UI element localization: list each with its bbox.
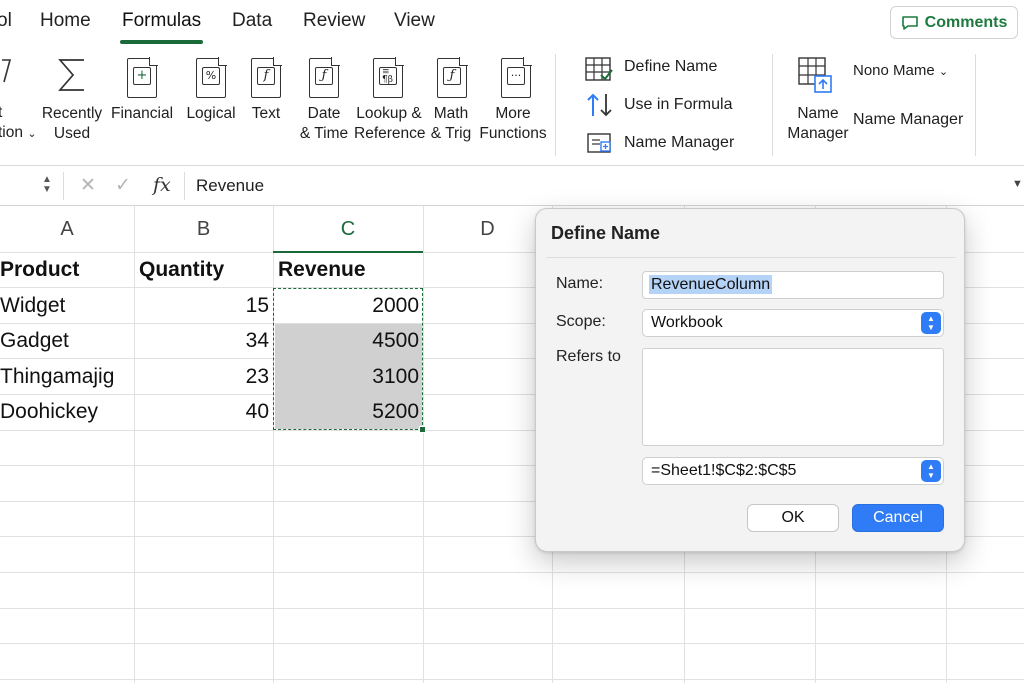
chevron-down-icon: ⌄ (27, 128, 37, 140)
formula-bar: ▲ ▼ ✕ ✓ fx Revenue ▼ (0, 166, 1024, 206)
tab-home[interactable]: Home (40, 10, 91, 32)
scope-value: Workbook (651, 314, 723, 331)
comment-icon (901, 15, 918, 30)
column-header-c[interactable]: C (273, 218, 423, 241)
tab-data[interactable]: Data (232, 10, 272, 32)
name-label: Name: (556, 275, 604, 292)
table-cell-product[interactable]: Gadget (0, 323, 134, 358)
logical-button[interactable]: Logical (184, 104, 238, 124)
table-cell-product[interactable]: Doohickey (0, 394, 134, 429)
ok-button[interactable]: OK (747, 504, 839, 532)
ribbon: t tion ⌄ Recently Used + Financial % Log… (0, 46, 1024, 166)
more-functions-button[interactable]: More Functions (478, 104, 548, 144)
ribbon-separator (975, 54, 976, 156)
table-cell-quantity[interactable]: 34 (134, 323, 269, 358)
name-manager-small-icon[interactable] (586, 131, 614, 162)
formula-bar-separator (63, 172, 64, 200)
comments-button[interactable]: Comments (890, 6, 1018, 39)
cancel-button[interactable]: Cancel (852, 504, 944, 532)
name-box-stepper-icon[interactable]: ▲ ▼ (40, 175, 54, 197)
insert-function-button[interactable]: t tion ⌄ (0, 103, 37, 144)
column-header-d[interactable]: D (423, 218, 552, 241)
dialog-divider (546, 257, 956, 258)
header-cell-product[interactable]: Product (0, 252, 134, 287)
header-cell-revenue[interactable]: Revenue (278, 252, 423, 287)
tab-review[interactable]: Review (303, 10, 365, 32)
fill-handle[interactable] (419, 426, 426, 433)
define-name-icon[interactable] (585, 57, 613, 88)
grid-line (134, 206, 135, 683)
nono-mame-dropdown[interactable]: Nono Mame ⌄ (853, 62, 948, 79)
comments-label: Comments (924, 13, 1008, 31)
scope-select[interactable]: Workbook ▲ ▼ (642, 309, 944, 337)
insert-function-icon[interactable] (0, 58, 20, 88)
ribbon-tabs: ol Home Formulas Data Review View Commen… (0, 0, 1024, 46)
tab-view[interactable]: View (394, 10, 435, 32)
table-cell-product[interactable]: Widget (0, 288, 134, 323)
column-header-a[interactable]: A (0, 218, 134, 241)
use-in-formula-icon[interactable] (586, 92, 614, 123)
grid-line (0, 679, 1024, 680)
text-button[interactable]: Text (246, 104, 286, 124)
name-manager-icon[interactable] (797, 56, 835, 103)
cancel-entry-icon[interactable]: ✕ (80, 174, 96, 197)
select-arrows-icon: ▲ ▼ (921, 312, 941, 334)
math-trig-icon[interactable]: ƒ (437, 57, 468, 98)
comment-textarea[interactable] (642, 348, 944, 446)
selection-border (273, 288, 423, 430)
scope-label: Scope: (556, 313, 606, 330)
column-header-b[interactable]: B (134, 218, 273, 241)
autosum-sigma-icon[interactable] (56, 56, 88, 99)
grid-line (0, 643, 1024, 644)
ribbon-separator (555, 54, 556, 156)
table-cell-quantity[interactable]: 23 (134, 359, 269, 394)
financial-button[interactable]: Financial (110, 104, 174, 124)
date-time-button[interactable]: Date & Time (298, 104, 350, 144)
chevron-down-icon: ⌄ (938, 66, 949, 78)
formula-bar-separator (184, 172, 185, 200)
tab-formulas-prev[interactable]: ol (0, 10, 12, 32)
table-cell-quantity[interactable]: 40 (134, 394, 269, 429)
logical-icon[interactable]: % (196, 57, 227, 98)
financial-icon[interactable]: + (127, 57, 158, 98)
name-input[interactable]: RevenueColumn (642, 271, 944, 299)
insert-function-fx-icon[interactable]: fx (153, 174, 171, 196)
confirm-entry-icon[interactable]: ✓ (115, 174, 131, 197)
name-input-value: RevenueColumn (649, 275, 773, 294)
name-manager-right-button[interactable]: Name Manager (853, 111, 963, 129)
define-name-dialog: Define Name Name: RevenueColumn Scope: W… (535, 208, 965, 552)
grid-line (273, 206, 274, 683)
more-functions-icon[interactable]: ··· (501, 57, 532, 98)
grid-line (0, 608, 1024, 609)
math-trig-button[interactable]: Math & Trig (428, 104, 474, 144)
ribbon-separator (772, 54, 773, 156)
formula-input[interactable]: Revenue (196, 176, 264, 196)
header-cell-quantity[interactable]: Quantity (139, 252, 273, 287)
expand-formula-bar-icon[interactable]: ▼ (1012, 178, 1023, 190)
table-cell-product[interactable]: Thingamajig (0, 359, 134, 394)
dialog-title: Define Name (551, 223, 661, 243)
name-manager-button[interactable]: Name Manager (784, 104, 852, 144)
define-name-button[interactable]: Define Name (624, 58, 717, 76)
grid-line (0, 572, 1024, 573)
tab-formulas[interactable]: Formulas (119, 10, 204, 44)
use-in-formula-button[interactable]: Use in Formula (624, 96, 732, 114)
text-function-icon[interactable]: f (251, 57, 282, 98)
grid-line (423, 206, 424, 683)
refers-to-value: =Sheet1!$C$2:$C$5 (651, 462, 797, 479)
table-cell-quantity[interactable]: 15 (134, 288, 269, 323)
lookup-reference-icon[interactable]: ≡ ¶β (373, 57, 404, 98)
recently-used-button[interactable]: Recently Used (40, 104, 104, 144)
refers-to-select[interactable]: =Sheet1!$C$2:$C$5 ▲ ▼ (642, 457, 944, 485)
name-manager-small-button[interactable]: Name Manager (624, 134, 734, 152)
lookup-reference-button[interactable]: Lookup & Reference (354, 104, 426, 144)
date-time-icon[interactable]: ƒ (309, 57, 340, 98)
refers-to-label: Refers to (556, 348, 621, 365)
select-arrows-icon: ▲ ▼ (921, 460, 941, 482)
